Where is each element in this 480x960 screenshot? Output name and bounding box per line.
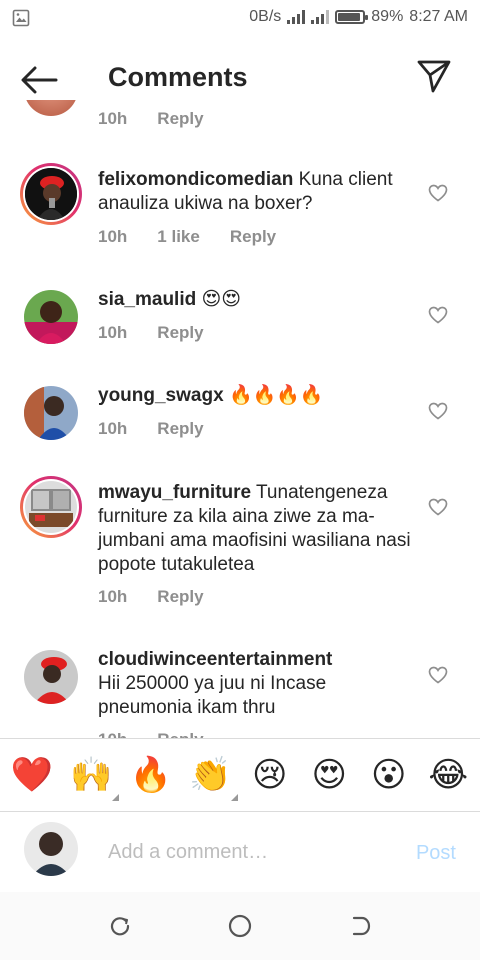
comment-time: 10h [98, 730, 127, 738]
comment-composer: Post [0, 812, 480, 892]
page-title: Comments [108, 62, 248, 92]
comment-text: 😍😍 [201, 289, 242, 310]
arrow-left-icon [21, 66, 58, 94]
home-button[interactable] [220, 906, 260, 946]
comment-username[interactable]: sia_maulid [98, 289, 196, 310]
system-nav-bar [0, 892, 480, 960]
comment-time: 10h [98, 227, 128, 246]
skin-tone-indicator [112, 794, 120, 801]
avatar-story-ring[interactable] [20, 163, 82, 225]
skin-tone-indicator [231, 794, 239, 801]
reply-button[interactable]: Reply [157, 323, 203, 343]
share-button[interactable] [416, 58, 452, 99]
status-bar: 0B/s 89% 8:27 AM [0, 0, 480, 36]
reply-button[interactable]: Reply [157, 730, 203, 738]
reply-button[interactable]: Reply [157, 587, 203, 607]
avatar[interactable] [20, 646, 82, 708]
heart-icon[interactable] [428, 666, 448, 684]
battery-percent: 89% [371, 8, 404, 25]
emoji-quick-bar: ❤️ 🙌 🔥 👏 😢 😍 😮 😂 [0, 738, 480, 812]
heart-icon[interactable] [428, 184, 448, 202]
emoji-raised-hands-button[interactable]: 🙌 [67, 755, 120, 801]
clock: 8:27 AM [409, 8, 468, 25]
comment-username[interactable]: mwayu_furniture [98, 482, 251, 503]
avatar[interactable] [20, 100, 82, 120]
signal-2-icon [311, 10, 330, 24]
emoji-heart-button[interactable]: ❤️ [8, 755, 56, 795]
emoji-clap-button[interactable]: 👏 [186, 755, 239, 801]
recents-icon [110, 917, 130, 936]
comment-item: sia_maulid 😍😍 10h Reply [0, 288, 480, 358]
nav-back-button[interactable] [340, 906, 380, 946]
signal-icon [287, 10, 306, 24]
comment-text: 🔥🔥🔥🔥 [228, 385, 324, 406]
emoji-surprised-button[interactable]: 😮 [365, 755, 413, 795]
comment-time: 10h [98, 587, 128, 606]
emoji-fire-button[interactable]: 🔥 [127, 755, 175, 795]
comment-username[interactable]: felixomondicomedian [98, 169, 293, 190]
comment-partial: 10h Reply [0, 100, 480, 130]
comment-input[interactable] [108, 836, 398, 868]
nav-back-icon [352, 916, 371, 936]
recents-button[interactable] [100, 906, 140, 946]
home-circle-icon [228, 914, 252, 938]
reply-button[interactable]: Reply [230, 227, 276, 247]
avatar[interactable] [20, 382, 82, 444]
heart-icon[interactable] [428, 498, 448, 516]
paper-plane-icon [417, 60, 451, 93]
battery-icon [335, 10, 369, 24]
reply-button[interactable]: Reply [157, 419, 203, 439]
emoji-laughing-button[interactable]: 😂 [424, 755, 472, 795]
comment-item: young_swagx 🔥🔥🔥🔥 10h Reply [0, 384, 480, 454]
comment-item: cloudiwinceentertainment Hii 250000 ya j… [0, 648, 480, 738]
back-button[interactable] [20, 62, 64, 98]
my-avatar [24, 822, 78, 876]
gallery-notification-icon [12, 9, 30, 32]
reply-button[interactable]: Reply [157, 109, 203, 129]
emoji-crying-button[interactable]: 😢 [246, 755, 294, 795]
comments-list[interactable]: 10h Reply felixomondicomedian Kuna clien… [0, 100, 480, 738]
like-count[interactable]: 1 like [157, 227, 200, 247]
emoji-heart-eyes-button[interactable]: 😍 [305, 755, 353, 795]
comment-item: mwayu_furniture Tunatengeneza furniture … [0, 476, 480, 606]
avatar [25, 481, 77, 533]
comment-username[interactable]: cloudiwinceentertainment [98, 649, 332, 670]
comment-time: 10h [98, 109, 128, 128]
avatar-story-ring[interactable] [20, 476, 82, 538]
comment-text: Hii 250000 ya juu ni Incase pneumonia ik… [98, 673, 327, 718]
comment-time: 10h [98, 323, 128, 342]
heart-icon[interactable] [428, 306, 448, 324]
comment-username[interactable]: young_swagx [98, 385, 224, 406]
comment-time: 10h [98, 419, 128, 438]
emoji-glyph: 👏 [189, 755, 232, 795]
avatar[interactable] [20, 286, 82, 348]
heart-icon[interactable] [428, 402, 448, 420]
emoji-glyph: 🙌 [70, 755, 113, 795]
comment-item: felixomondicomedian Kuna client anauliza… [0, 162, 480, 258]
avatar [25, 168, 77, 220]
network-speed: 0B/s [249, 8, 282, 25]
post-button[interactable]: Post [416, 842, 456, 865]
